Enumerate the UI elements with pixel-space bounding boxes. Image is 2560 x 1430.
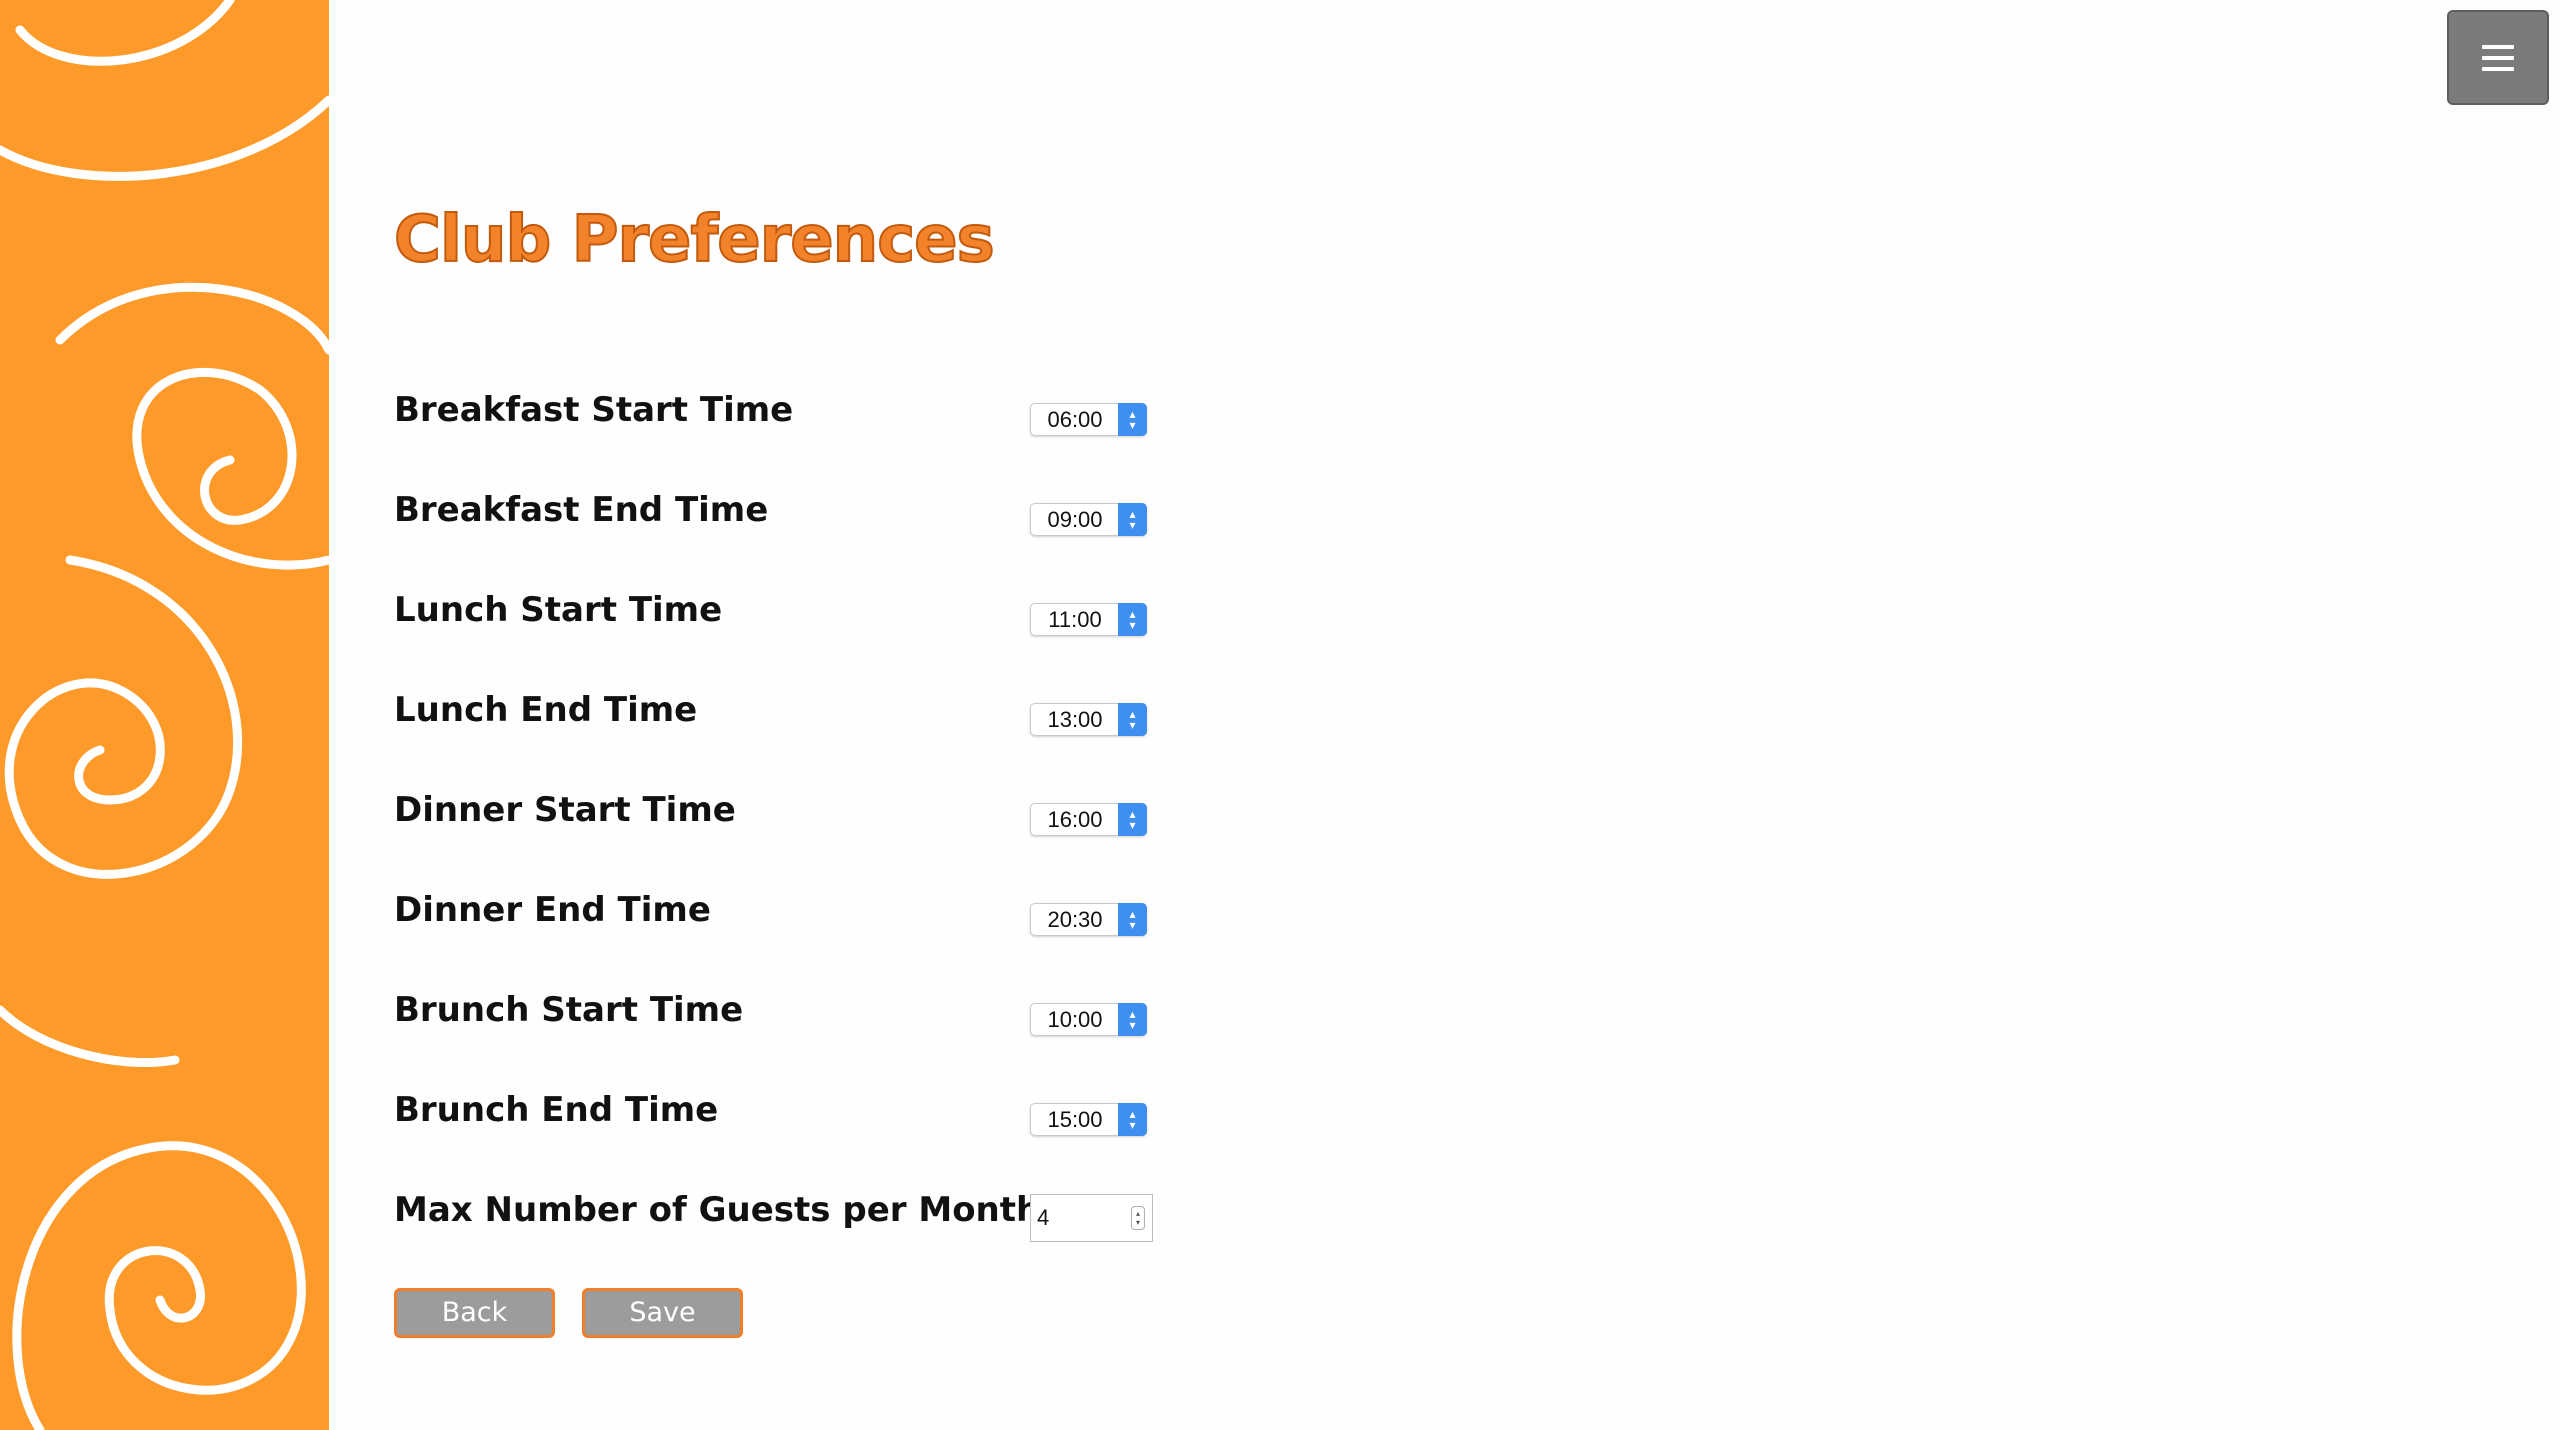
select-arrows-icon: ▴ ▾ [1118,503,1147,536]
brunch-end-select[interactable]: 15:00 ▴ ▾ [1030,1103,1147,1136]
menu-button[interactable] [2447,10,2549,105]
select-arrows-icon: ▴ ▾ [1118,403,1147,436]
hamburger-menu-icon [2482,44,2514,71]
decorative-swirl-banner [0,0,329,1430]
page-title: Club Preferences [393,203,996,277]
number-spinner-icon[interactable]: ▴ ▾ [1131,1206,1145,1230]
dinner-start-row: Dinner Start Time 16:00 ▴ ▾ [394,780,1194,880]
select-arrows-icon: ▴ ▾ [1118,603,1147,636]
lunch-end-value: 13:00 [1047,707,1103,732]
lunch-end-select[interactable]: 13:00 ▴ ▾ [1030,703,1147,736]
max-guests-input[interactable]: 4 ▴ ▾ [1030,1194,1153,1242]
breakfast-end-value: 09:00 [1047,507,1103,532]
select-arrows-icon: ▴ ▾ [1118,1003,1147,1036]
lunch-start-select[interactable]: 11:00 ▴ ▾ [1030,603,1147,636]
brunch-end-label: Brunch End Time [394,1090,719,1130]
dinner-start-label: Dinner Start Time [394,790,736,830]
brunch-end-row: Brunch End Time 15:00 ▴ ▾ [394,1080,1194,1180]
breakfast-start-label: Breakfast Start Time [394,390,794,430]
lunch-end-label: Lunch End Time [394,690,698,730]
max-guests-row: Max Number of Guests per Month: 4 ▴ ▾ [394,1180,1194,1280]
brunch-end-value: 15:00 [1047,1107,1103,1132]
lunch-end-row: Lunch End Time 13:00 ▴ ▾ [394,680,1194,780]
breakfast-end-row: Breakfast End Time 09:00 ▴ ▾ [394,480,1194,580]
preferences-form: Breakfast Start Time 06:00 ▴ ▾ Breakfast … [394,380,1194,1280]
breakfast-start-select[interactable]: 06:00 ▴ ▾ [1030,403,1147,436]
dinner-start-select[interactable]: 16:00 ▴ ▾ [1030,803,1147,836]
dinner-end-value: 20:30 [1047,907,1103,932]
breakfast-start-row: Breakfast Start Time 06:00 ▴ ▾ [394,380,1194,480]
dinner-end-select[interactable]: 20:30 ▴ ▾ [1030,903,1147,936]
back-button[interactable]: Back [394,1288,555,1338]
select-arrows-icon: ▴ ▾ [1118,703,1147,736]
swirl-pattern-graphic [0,0,329,1430]
brunch-start-label: Brunch Start Time [394,990,744,1030]
dinner-end-label: Dinner End Time [394,890,711,930]
brunch-start-row: Brunch Start Time 10:00 ▴ ▾ [394,980,1194,1080]
breakfast-end-select[interactable]: 09:00 ▴ ▾ [1030,503,1147,536]
form-actions: Back Save [394,1288,743,1338]
club-preferences-page: Club Preferences Breakfast Start Time 06… [0,0,2560,1430]
select-arrows-icon: ▴ ▾ [1118,903,1147,936]
dinner-start-value: 16:00 [1047,807,1103,832]
save-button[interactable]: Save [582,1288,743,1338]
breakfast-end-label: Breakfast End Time [394,490,769,530]
dinner-end-row: Dinner End Time 20:30 ▴ ▾ [394,880,1194,980]
lunch-start-row: Lunch Start Time 11:00 ▴ ▾ [394,580,1194,680]
select-arrows-icon: ▴ ▾ [1118,1103,1147,1136]
brunch-start-value: 10:00 [1047,1007,1103,1032]
lunch-start-value: 11:00 [1048,607,1102,632]
brunch-start-select[interactable]: 10:00 ▴ ▾ [1030,1003,1147,1036]
breakfast-start-value: 06:00 [1047,407,1103,432]
max-guests-label: Max Number of Guests per Month: [394,1190,1054,1230]
select-arrows-icon: ▴ ▾ [1118,803,1147,836]
lunch-start-label: Lunch Start Time [394,590,723,630]
max-guests-value: 4 [1037,1205,1050,1230]
